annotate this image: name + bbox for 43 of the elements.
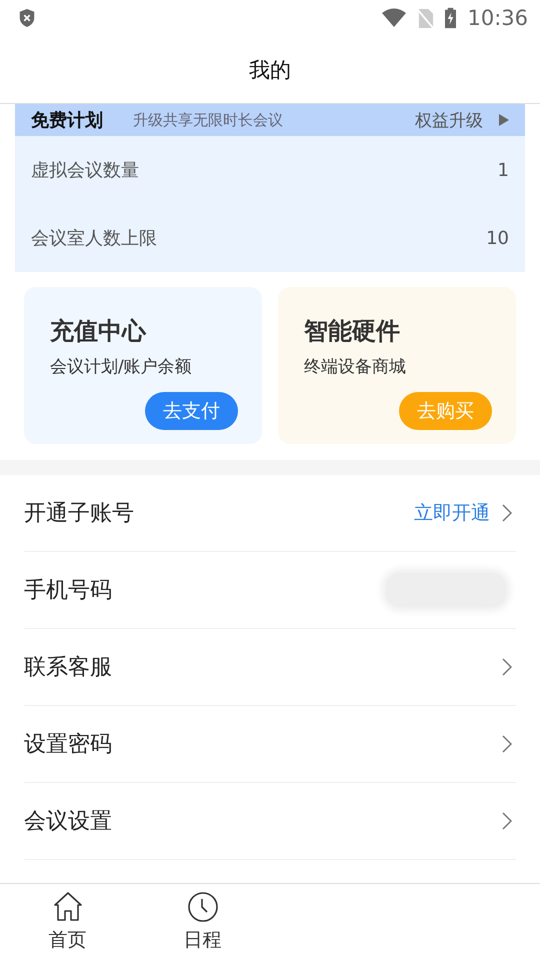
stat-label: 会议室人数上限: [31, 227, 157, 250]
page-title: 我的: [249, 56, 291, 84]
no-sim-icon: [417, 8, 434, 28]
chevron-right-icon: [502, 812, 512, 830]
clock-icon: [186, 891, 218, 923]
nav-tab[interactable]: 首页: [0, 884, 135, 960]
stat-value: 1: [498, 160, 509, 180]
wifi-icon: [381, 8, 408, 28]
card-title: 智能硬件: [304, 316, 401, 347]
feature-card[interactable]: 充值中心 会议计划/账户余额 去支付: [24, 287, 262, 444]
menu-item[interactable]: 会议设置: [24, 783, 516, 860]
plan-banner[interactable]: 免费计划 升级共享无限时长会议 权益升级: [15, 104, 525, 136]
play-arrow-icon: [499, 114, 509, 126]
plan-name: 免费计划: [31, 109, 103, 132]
menu-label: 手机号码: [24, 577, 113, 605]
stat-label: 虚拟会议数量: [31, 159, 139, 182]
menu-item[interactable]: 设置密码: [24, 706, 516, 783]
tab-label: 日程: [184, 928, 222, 953]
activate-link[interactable]: 立即开通: [414, 500, 490, 526]
card-button[interactable]: 去支付: [145, 392, 238, 430]
menu-label: 会议设置: [24, 808, 113, 836]
menu-item[interactable]: 手机号码: [24, 552, 516, 629]
menu-item[interactable]: 开通子账号 立即开通: [24, 475, 516, 552]
tab-label: 首页: [48, 928, 86, 953]
upgrade-link[interactable]: 权益升级: [415, 108, 483, 132]
card-subtitle: 会议计划/账户余额: [50, 356, 193, 378]
menu-label: 设置密码: [24, 731, 113, 759]
card-subtitle: 终端设备商城: [304, 356, 407, 378]
chevron-right-icon: [502, 658, 512, 676]
chevron-right-icon: [502, 504, 512, 522]
feature-card[interactable]: 智能硬件 终端设备商城 去购买: [278, 287, 516, 444]
nav-tab[interactable]: 日程: [135, 884, 270, 960]
clock-time: 10:36: [467, 6, 528, 30]
battery-charging-icon: [444, 7, 458, 29]
home-icon: [52, 891, 84, 923]
menu-label: 开通子账号: [24, 500, 135, 528]
shield-icon: [18, 8, 36, 28]
card-title: 充值中心: [50, 316, 148, 347]
menu-item[interactable]: 联系客服: [24, 629, 516, 706]
menu-label: 联系客服: [24, 654, 113, 682]
chevron-right-icon: [502, 735, 512, 753]
stat-value: 10: [486, 228, 509, 248]
plan-promo: 升级共享无限时长会议: [132, 110, 284, 130]
